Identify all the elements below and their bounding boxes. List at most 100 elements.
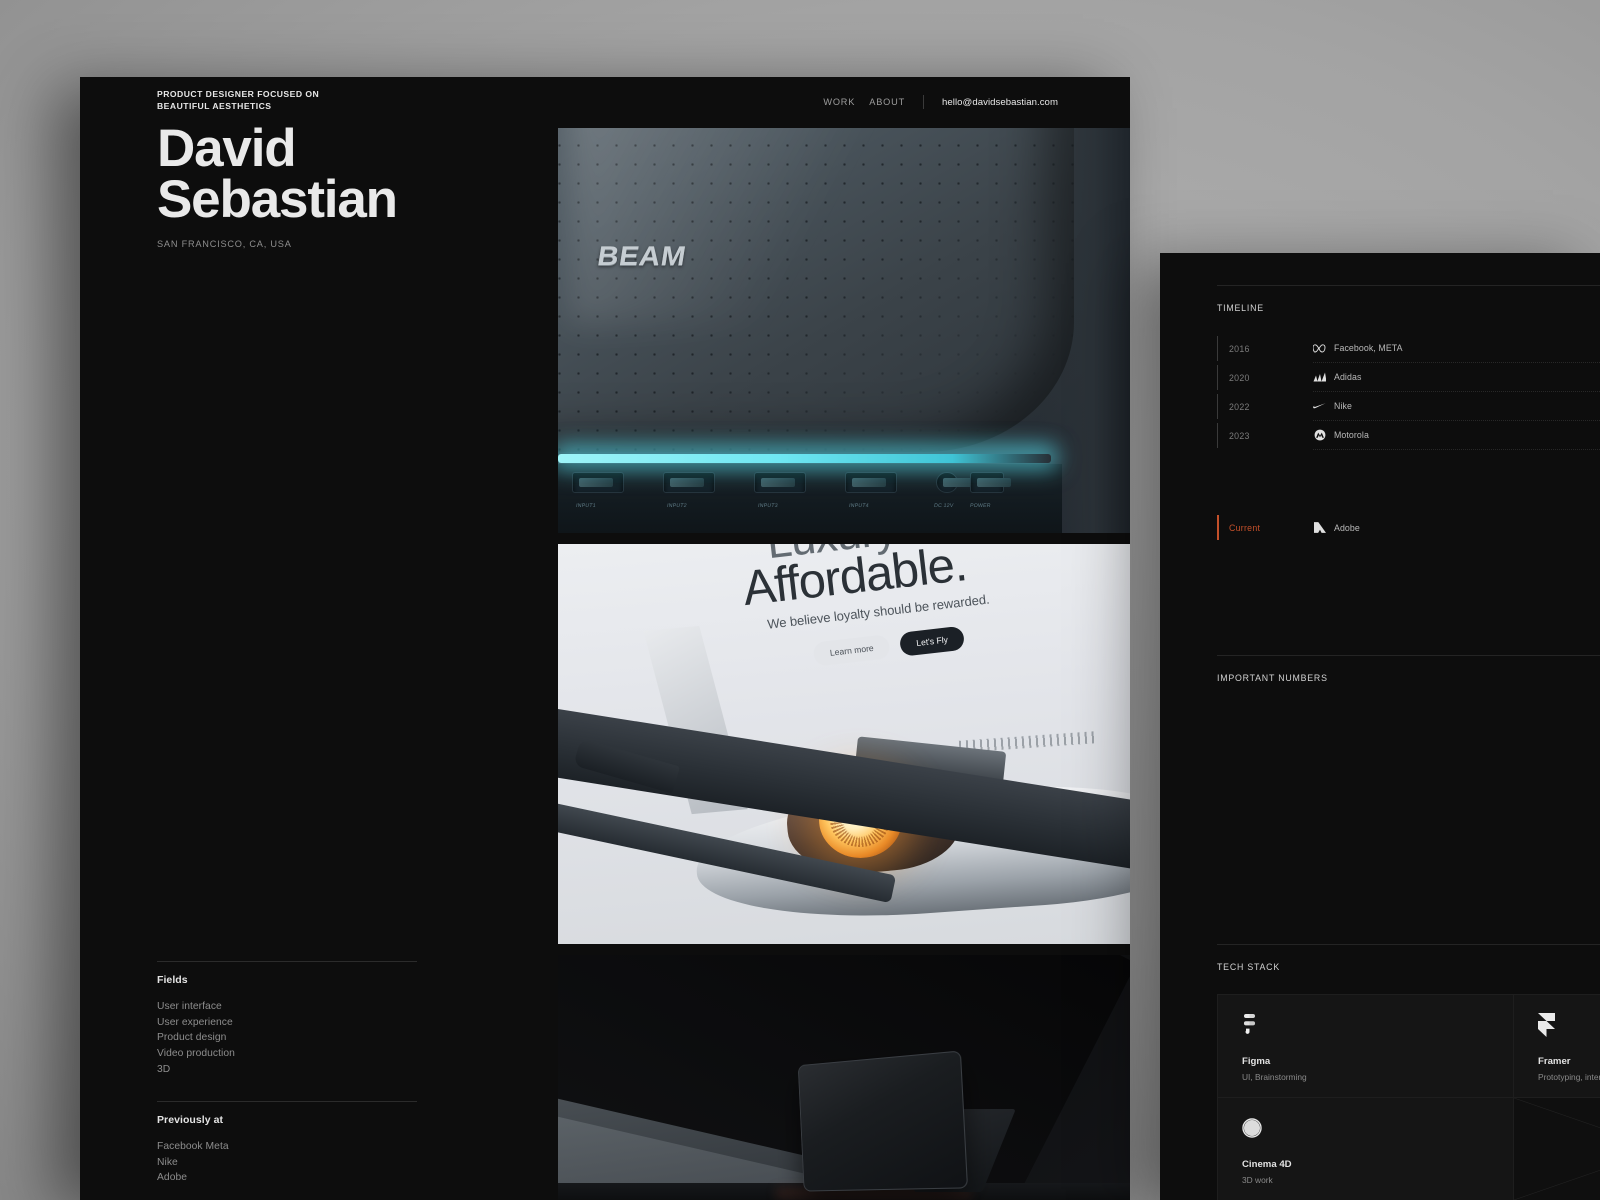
- beam-led-strip: [558, 454, 1051, 464]
- timeline-tick: [1217, 394, 1218, 419]
- tech-stack-desc: 3D work: [1242, 1175, 1273, 1185]
- fields-heading: Fields: [157, 974, 188, 986]
- list-item: Video production: [157, 1047, 235, 1059]
- timeline-tick: [1217, 423, 1218, 448]
- primary-nav: WORK ABOUT hello@davidsebastian.com: [823, 88, 1058, 109]
- beam-port-label: POWER: [969, 502, 992, 509]
- beam-port-power: [970, 472, 1011, 494]
- work-thumbnail-beam[interactable]: BEAM INPUT1 INPUT2 INPUT3 INPUT4 DC 12V …: [558, 128, 1130, 533]
- important-numbers-title: IMPORTANT NUMBERS: [1217, 673, 1328, 683]
- timeline-company: Motorola: [1334, 430, 1369, 440]
- beam-port: [572, 472, 624, 494]
- tech-stack-grid: Figma UI, Brainstorming Framer Prototypi…: [1217, 994, 1600, 1200]
- meta-logo-icon: [1313, 342, 1326, 355]
- timeline-year: 2022: [1229, 401, 1250, 412]
- previously-heading: Previously at: [157, 1114, 224, 1126]
- list-item: 3D: [157, 1063, 171, 1075]
- portfolio-main-panel: PRODUCT DESIGNER FOCUSED ON BEAUTIFUL AE…: [80, 77, 1130, 1200]
- tech-stack-name: Framer: [1538, 1056, 1571, 1067]
- list-item: Facebook Meta: [157, 1141, 229, 1152]
- tech-stack-card-cinema4d[interactable]: Cinema 4D 3D work: [1218, 1098, 1514, 1200]
- timeline-year: 2023: [1229, 430, 1250, 441]
- page-background: PRODUCT DESIGNER FOCUSED ON BEAUTIFUL AE…: [0, 0, 1600, 1200]
- tech-stack-title: TECH STACK: [1217, 962, 1280, 972]
- beam-port: [663, 472, 715, 494]
- nav-divider: [923, 95, 925, 109]
- hero-block: David Sebastian SAN FRANCISCO, CA, USA: [157, 119, 557, 249]
- list-item: Product design: [157, 1032, 227, 1044]
- beam-port-dc: [936, 472, 977, 494]
- cinema4d-logo-icon: [1242, 1115, 1513, 1141]
- timeline-row-current[interactable]: Current Adobe: [1217, 513, 1600, 542]
- timeline-row[interactable]: 2020 Adidas: [1217, 363, 1600, 392]
- timeline-year: 2020: [1229, 372, 1250, 383]
- timeline-section: TIMELINE 2016 Facebook, META 2020 Adidas…: [1217, 285, 1600, 542]
- framer-logo-icon: [1538, 1012, 1600, 1038]
- tech-stack-desc: Prototyping, interac: [1538, 1072, 1600, 1082]
- device-tablet-screen: [797, 1050, 968, 1192]
- beam-port: [754, 472, 806, 494]
- adidas-logo-icon: [1313, 371, 1326, 384]
- fields-list: User interface User experience Product d…: [157, 999, 417, 1077]
- timeline-divider: [1217, 285, 1600, 286]
- list-item: Nike: [157, 1156, 178, 1168]
- list-item: User interface: [157, 1001, 222, 1012]
- list-item: Adobe: [157, 1172, 188, 1184]
- timeline-tick: [1217, 336, 1218, 361]
- beam-brand-logo: BEAM: [595, 241, 689, 272]
- motorola-logo-icon: [1313, 429, 1326, 442]
- tech-stack-section: TECH STACK Figma UI, Brainstorming Frame…: [1217, 944, 1600, 1200]
- timeline-list: 2016 Facebook, META 2020 Adidas 2022 Nik…: [1217, 334, 1600, 542]
- beam-port-label: INPUT2: [666, 502, 688, 509]
- nav-email-link[interactable]: hello@davidsebastian.com: [942, 97, 1058, 108]
- timeline-title: TIMELINE: [1217, 303, 1264, 313]
- timeline-row[interactable]: 2023 Motorola: [1217, 421, 1600, 450]
- timeline-year: 2016: [1229, 343, 1250, 354]
- timeline-row[interactable]: 2022 Nike: [1217, 392, 1600, 421]
- airline-cta-group: Learn more Let's Fly: [813, 625, 966, 667]
- beam-base-panel: INPUT1 INPUT2 INPUT3 INPUT4 DC 12V POWER: [558, 464, 1063, 533]
- tech-stack-card-framer[interactable]: Framer Prototyping, interac: [1514, 995, 1600, 1098]
- timeline-row[interactable]: 2016 Facebook, META: [1217, 334, 1600, 363]
- previously-list: Facebook Meta Nike Adobe: [157, 1139, 417, 1186]
- nike-swoosh-icon: [1313, 400, 1326, 413]
- previously-at-block: Previously at Facebook Meta Nike Adobe: [157, 1101, 417, 1186]
- beam-port-label: INPUT3: [757, 502, 779, 509]
- timeline-current-label: Current: [1229, 522, 1261, 533]
- timeline-company: Facebook, META: [1334, 343, 1403, 353]
- learn-more-button[interactable]: Learn more: [813, 634, 892, 667]
- nav-item-work[interactable]: WORK: [823, 97, 855, 107]
- beam-port-label: INPUT4: [848, 502, 870, 509]
- timeline-company: Adidas: [1334, 372, 1362, 382]
- timeline-tick: [1217, 365, 1218, 390]
- work-thumbnail-airline[interactable]: Luxury. Affordable. We believe loyalty s…: [558, 544, 1130, 944]
- fields-block: Fields User interface User experience Pr…: [157, 961, 417, 1077]
- previously-divider: [157, 1101, 417, 1102]
- list-item: User experience: [157, 1016, 233, 1028]
- tech-stack-card-figma[interactable]: Figma UI, Brainstorming: [1218, 995, 1514, 1098]
- site-tagline: PRODUCT DESIGNER FOCUSED ON BEAUTIFUL AE…: [157, 89, 320, 112]
- beam-port-label: INPUT1: [575, 502, 597, 509]
- tech-stack-card-placeholder: [1514, 1098, 1600, 1200]
- beam-light-sheen: [568, 128, 973, 326]
- adobe-logo-icon: [1313, 521, 1326, 534]
- numbers-divider: [1217, 655, 1600, 656]
- work-thumbnail-device[interactable]: [558, 955, 1130, 1200]
- timeline-company: Adobe: [1334, 522, 1360, 533]
- tech-stack-name: Cinema 4D: [1242, 1159, 1292, 1170]
- portfolio-side-panel: TIMELINE 2016 Facebook, META 2020 Adidas…: [1160, 253, 1600, 1200]
- beam-port: [845, 472, 897, 494]
- fields-divider: [157, 961, 417, 962]
- site-header: PRODUCT DESIGNER FOCUSED ON BEAUTIFUL AE…: [80, 77, 1130, 125]
- beam-device-body: [558, 128, 1074, 452]
- location-label: SAN FRANCISCO, CA, USA: [157, 238, 292, 249]
- figma-logo-icon: [1242, 1012, 1513, 1038]
- nav-item-about[interactable]: ABOUT: [869, 97, 905, 107]
- important-numbers-section: IMPORTANT NUMBERS: [1217, 655, 1600, 683]
- tech-stack-desc: UI, Brainstorming: [1242, 1072, 1307, 1082]
- timeline-company: Nike: [1334, 401, 1352, 411]
- beam-port-label: DC 12V: [933, 502, 954, 509]
- lets-fly-button[interactable]: Let's Fly: [899, 625, 966, 657]
- timeline-tick-current: [1217, 515, 1219, 540]
- page-title: David Sebastian: [157, 119, 398, 229]
